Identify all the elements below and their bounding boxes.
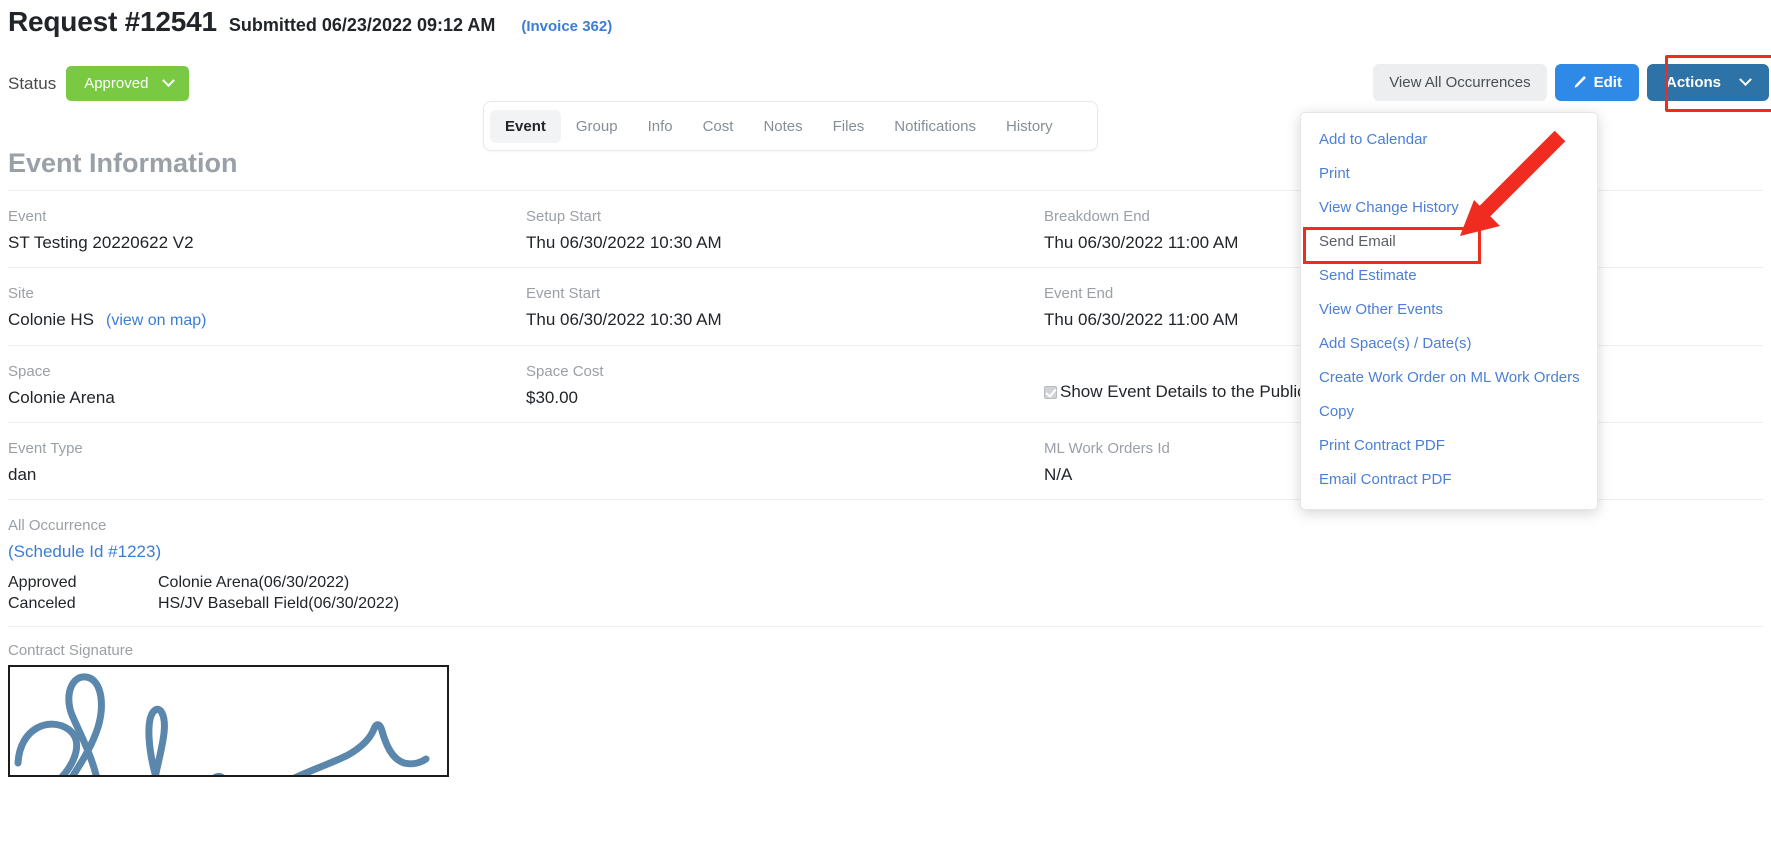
- field-space: Space Colonie Arena: [8, 362, 526, 410]
- field-event: Event ST Testing 20220622 V2: [8, 207, 526, 255]
- field-label: Space Cost: [526, 363, 604, 380]
- field-space-cost: Space Cost $30.00: [526, 362, 1044, 410]
- field-event-start: Event Start Thu 06/30/2022 10:30 AM: [526, 284, 1044, 333]
- menu-item-view-change-history[interactable]: View Change History: [1301, 191, 1597, 225]
- field-contract-signature: Contract Signature: [8, 641, 1763, 777]
- menu-item-send-estimate[interactable]: Send Estimate: [1301, 259, 1597, 293]
- occurrence-list: Approved Colonie Arena(06/30/2022) Cancele…: [8, 572, 1763, 614]
- field-label: Contract Signature: [8, 642, 134, 659]
- actions-dropdown-menu: Add to Calendar Print View Change History S…: [1300, 112, 1598, 510]
- signature-image: [8, 665, 449, 777]
- info-row-occurrences: All Occurrence (Schedule Id #1223) Appro…: [8, 499, 1763, 626]
- field-value: dan: [8, 465, 37, 484]
- actions-button-label: Actions: [1665, 74, 1721, 91]
- menu-item-add-to-calendar[interactable]: Add to Calendar: [1301, 123, 1597, 157]
- status-badge-dropdown[interactable]: Approved: [66, 66, 190, 101]
- pencil-icon: [1572, 75, 1587, 90]
- toolbar-actions: View All Occurrences Edit Actions: [1373, 64, 1769, 101]
- field-value: Colonie HS (view on map): [8, 308, 526, 333]
- event-request-page: Request #12541 Submitted 06/23/2022 09:1…: [0, 0, 1771, 846]
- field-value: Thu 06/30/2022 10:30 AM: [526, 233, 722, 252]
- field-value: Colonie Arena: [8, 388, 115, 407]
- tab-info[interactable]: Info: [633, 110, 688, 143]
- occurrence-status: Approved: [8, 574, 77, 591]
- field-all-occurrence: All Occurrence (Schedule Id #1223) Appro…: [8, 516, 1763, 614]
- field-label: Site: [8, 285, 34, 302]
- show-public-label: Show Event Details to the Public: [1060, 382, 1306, 401]
- view-all-occurrences-button[interactable]: View All Occurrences: [1373, 64, 1547, 101]
- tab-notes[interactable]: Notes: [748, 110, 817, 143]
- field-setup-start: Setup Start Thu 06/30/2022 10:30 AM: [526, 207, 1044, 255]
- menu-item-copy[interactable]: Copy: [1301, 395, 1597, 429]
- section-title: Event Information: [8, 148, 238, 178]
- schedule-id-link[interactable]: (Schedule Id #1223): [8, 540, 1763, 564]
- site-name: Colonie HS: [8, 310, 94, 329]
- chevron-down-icon: [1739, 73, 1752, 87]
- status-label: Status: [8, 73, 57, 93]
- field-value: Thu 06/30/2022 10:30 AM: [526, 310, 722, 329]
- info-row-signature: Contract Signature: [8, 626, 1763, 789]
- field-label: All Occurrence: [8, 517, 107, 534]
- occurrence-status: Canceled: [8, 595, 76, 612]
- field-label: Space: [8, 363, 51, 380]
- field-value: $30.00: [526, 388, 578, 407]
- menu-item-send-email[interactable]: Send Email: [1301, 225, 1597, 259]
- occurrence-row: Canceled HS/JV Baseball Field(06/30/2022): [8, 593, 1763, 614]
- field-spacer: [526, 439, 1044, 487]
- occurrence-row: Approved Colonie Arena(06/30/2022): [8, 572, 1763, 593]
- menu-item-print[interactable]: Print: [1301, 157, 1597, 191]
- menu-item-email-contract-pdf[interactable]: Email Contract PDF: [1301, 463, 1597, 497]
- tab-bar: Event Group Info Cost Notes Files Notification…: [483, 101, 1098, 151]
- tab-history[interactable]: History: [991, 110, 1068, 143]
- tab-notifications[interactable]: Notifications: [879, 110, 991, 143]
- occurrence-detail: Colonie Arena(06/30/2022): [158, 574, 350, 591]
- page-header: Request #12541 Submitted 06/23/2022 09:1…: [8, 6, 612, 38]
- field-label: Event Start: [526, 285, 601, 302]
- menu-item-print-contract-pdf[interactable]: Print Contract PDF: [1301, 429, 1597, 463]
- status-row: Status Approved: [8, 66, 190, 101]
- invoice-link[interactable]: (Invoice 362): [521, 18, 612, 35]
- menu-item-create-work-order-on-ml-work-orders[interactable]: Create Work Order on ML Work Orders: [1301, 361, 1597, 395]
- actions-button[interactable]: Actions: [1646, 64, 1769, 101]
- status-badge-value: Approved: [84, 75, 149, 92]
- submitted-timestamp: Submitted 06/23/2022 09:12 AM: [228, 15, 496, 35]
- tab-group[interactable]: Group: [561, 110, 633, 143]
- field-label: Event: [8, 208, 47, 225]
- field-label: Event Type: [8, 440, 83, 457]
- checkbox-checked-icon[interactable]: [1044, 385, 1057, 399]
- page-title: Request #12541: [8, 6, 217, 37]
- menu-item-view-other-events[interactable]: View Other Events: [1301, 293, 1597, 327]
- edit-button-label: Edit: [1593, 74, 1622, 91]
- tab-event[interactable]: Event: [490, 109, 561, 143]
- field-event-type: Event Type dan: [8, 439, 526, 487]
- view-on-map-link[interactable]: (view on map): [106, 312, 206, 329]
- occurrence-detail: HS/JV Baseball Field(06/30/2022): [158, 595, 400, 612]
- tab-cost[interactable]: Cost: [688, 110, 749, 143]
- field-value: ST Testing 20220622 V2: [8, 233, 194, 252]
- edit-button[interactable]: Edit: [1554, 64, 1639, 101]
- field-site: Site Colonie HS (view on map): [8, 284, 526, 333]
- tab-files[interactable]: Files: [818, 110, 880, 143]
- field-label: Setup Start: [526, 208, 602, 225]
- menu-item-add-space-s-date-s[interactable]: Add Space(s) / Date(s): [1301, 327, 1597, 361]
- chevron-down-icon: [162, 74, 176, 88]
